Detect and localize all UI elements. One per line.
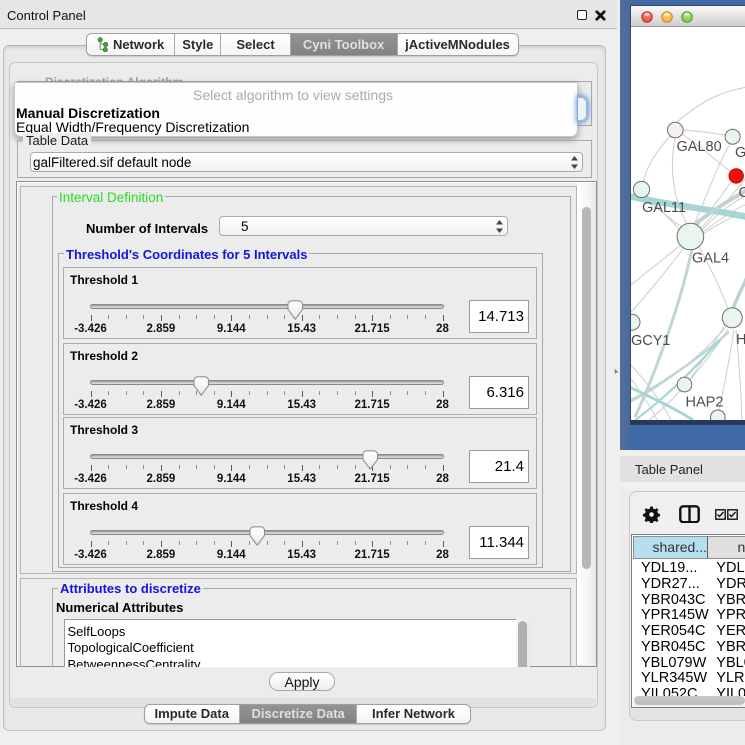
svg-text:GAL4: GAL4 — [692, 251, 729, 267]
svg-text:GAL11: GAL11 — [642, 200, 686, 216]
svg-text:GCY1: GCY1 — [631, 333, 671, 349]
svg-text:H: H — [736, 332, 745, 348]
svg-text:GAL80: GAL80 — [677, 139, 722, 155]
svg-text:C: C — [739, 185, 745, 201]
svg-text:HAP2: HAP2 — [686, 395, 724, 411]
svg-text:GA: GA — [735, 145, 745, 161]
